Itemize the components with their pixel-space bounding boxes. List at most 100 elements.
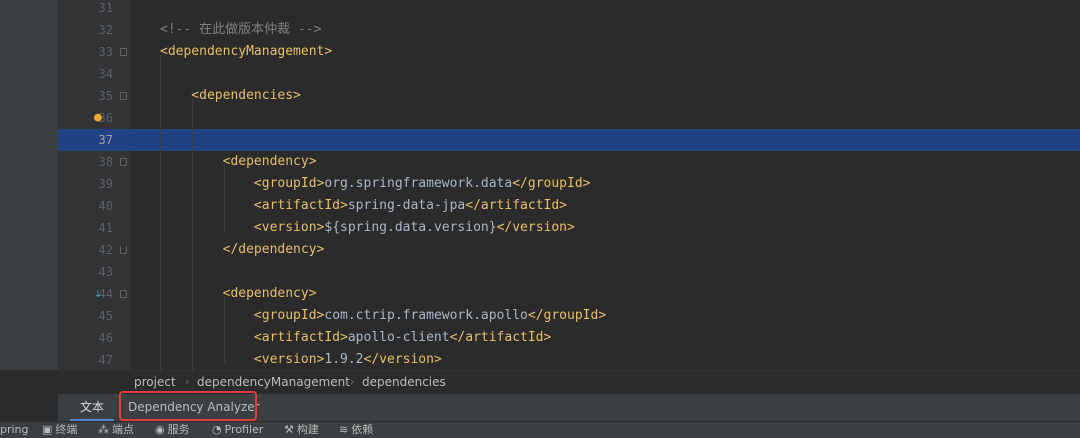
code-text: <dependencyManagement> — [160, 41, 332, 63]
code-token: <version> — [160, 352, 325, 367]
profiler-tool-button[interactable]: ◔ Profiler — [212, 422, 263, 438]
code-text: <version>${spring.data.version}</version… — [160, 217, 575, 239]
code-text: <!-- 在此做版本仲裁 --> — [160, 19, 321, 41]
indent-guide — [224, 165, 225, 231]
code-token: com.ctrip.framework.apollo — [324, 308, 528, 323]
endpoints-icon: ⁂ — [98, 423, 109, 436]
code-line[interactable]: 45 <groupId>com.ctrip.framework.apollo</… — [58, 305, 1080, 327]
terminal-icon: ▣ — [42, 423, 53, 436]
code-line[interactable]: 37 — [58, 129, 1080, 151]
code-token: </dependency> — [160, 242, 325, 257]
spring-tool-button[interactable]: pring — [0, 422, 29, 438]
fold-toggle-icon[interactable] — [120, 290, 127, 298]
code-token: <dependency> — [160, 154, 317, 169]
indent-guide — [192, 99, 193, 370]
code-token: apollo-client — [347, 330, 450, 345]
code-token: 1.9.2 — [324, 352, 364, 367]
code-line[interactable]: 38 <dependency> — [58, 151, 1080, 173]
services-label: 服务 — [167, 423, 190, 436]
services-tool-button[interactable]: ◉ 服务 — [155, 422, 190, 438]
code-token: <dependencies> — [160, 88, 301, 103]
code-text: <dependency> — [160, 151, 317, 173]
tool-window-bar: pring ▣ 终端 ⁂ 端点 ◉ 服务 ◔ Profiler ⚒ 构建 ≋ 依赖 — [0, 421, 1080, 438]
code-text: <dependency> — [160, 283, 317, 305]
hammer-icon: ⚒ — [284, 423, 294, 436]
line-number: 34 — [98, 67, 113, 81]
highlight-box — [119, 391, 257, 421]
code-text: <artifactId>apollo-client</artifactId> — [160, 327, 551, 349]
code-token: <artifactId> — [160, 330, 348, 345]
line-number: 33 — [98, 45, 113, 59]
breadcrumb-item-dependencies[interactable]: dependencies — [362, 375, 446, 389]
code-token: <groupId> — [160, 176, 325, 191]
code-text: <artifactId>spring-data-jpa</artifactId> — [160, 195, 567, 217]
code-line[interactable]: 33 <dependencyManagement> — [58, 41, 1080, 63]
lightbulb-icon[interactable]: ● — [94, 110, 112, 126]
profiler-icon: ◔ — [212, 423, 222, 436]
code-line[interactable]: 46 <artifactId>apollo-client</artifactId… — [58, 327, 1080, 349]
code-token: <!-- 在此做版本仲裁 --> — [160, 22, 322, 37]
build-label: 构建 — [296, 423, 319, 436]
code-line[interactable]: 34 — [58, 63, 1080, 85]
code-text: <version>1.9.2</version> — [160, 349, 442, 370]
code-line[interactable]: 39 <groupId>org.springframework.data</gr… — [58, 173, 1080, 195]
line-number: 45 — [98, 309, 113, 323]
endpoints-tool-button[interactable]: ⁂ 端点 — [98, 422, 134, 438]
line-number: 38 — [98, 155, 113, 169]
code-token: <artifactId> — [160, 198, 348, 213]
code-token: </artifactId> — [465, 198, 567, 213]
fold-toggle-icon[interactable] — [120, 48, 127, 56]
code-token: <dependencyManagement> — [160, 44, 333, 59]
breadcrumb-item-dependency-management[interactable]: dependencyManagement — [197, 375, 350, 389]
line-number: 47 — [98, 353, 113, 367]
code-token: <dependency> — [160, 286, 317, 301]
code-token: </artifactId> — [449, 330, 552, 345]
terminal-tool-button[interactable]: ▣ 终端 — [42, 422, 77, 438]
line-number: 31 — [98, 1, 113, 15]
layers-icon: ≋ — [339, 423, 349, 436]
code-line[interactable]: 31 — [58, 0, 1080, 19]
code-line[interactable]: 32 <!-- 在此做版本仲裁 --> — [58, 19, 1080, 41]
code-editor[interactable]: 31 32 <!-- 在此做版本仲裁 --> 33 <dependencyManagem… — [58, 0, 1080, 370]
line-number: 32 — [98, 23, 113, 37]
fold-toggle-icon[interactable] — [120, 246, 127, 254]
line-number: 40 — [98, 199, 113, 213]
code-line[interactable]: 35 <dependencies> — [58, 85, 1080, 107]
override-marker-icon[interactable]: ⇣ — [94, 286, 112, 302]
line-number: 39 — [98, 177, 113, 191]
code-token: </version> — [496, 220, 575, 235]
code-token: </groupId> — [512, 176, 591, 191]
line-number: 43 — [98, 265, 113, 279]
dependencies-label: 依赖 — [351, 423, 374, 436]
dependencies-tool-button[interactable]: ≋ 依赖 — [339, 422, 373, 438]
code-line[interactable]: 36 ● — [58, 107, 1080, 129]
code-token: <groupId> — [160, 308, 325, 323]
code-line[interactable]: 41 <version>${spring.data.version}</vers… — [58, 217, 1080, 239]
code-line[interactable]: 43 — [58, 261, 1080, 283]
line-number: 46 — [98, 331, 113, 345]
code-line[interactable]: 40 <artifactId>spring-data-jpa</artifact… — [58, 195, 1080, 217]
breadcrumb-item-project[interactable]: project — [134, 375, 176, 389]
code-token: org.springframework.data — [324, 176, 513, 191]
tab-text[interactable]: 文本 — [70, 394, 115, 421]
code-token: </version> — [363, 352, 442, 367]
code-text: </dependency> — [160, 239, 325, 261]
left-tool-strip — [0, 0, 58, 370]
build-tool-button[interactable]: ⚒ 构建 — [284, 422, 319, 438]
chevron-right-icon: › — [350, 375, 355, 388]
terminal-label: 终端 — [55, 423, 78, 436]
code-line[interactable]: 47 <version>1.9.2</version> — [58, 349, 1080, 370]
code-line[interactable]: 42 </dependency> — [58, 239, 1080, 261]
indent-guide — [224, 297, 225, 363]
code-token: ${spring.data.version} — [324, 220, 497, 235]
profiler-label: Profiler — [224, 423, 264, 436]
line-number: 42 — [98, 243, 113, 257]
code-text: <dependencies> — [160, 85, 301, 107]
fold-toggle-icon[interactable] — [120, 92, 127, 100]
code-line[interactable]: 44 ⇣ <dependency> — [58, 283, 1080, 305]
code-token: </groupId> — [527, 308, 607, 323]
endpoints-label: 端点 — [112, 423, 134, 436]
services-icon: ◉ — [155, 423, 165, 436]
fold-toggle-icon[interactable] — [120, 158, 127, 166]
code-token: <version> — [160, 220, 325, 235]
